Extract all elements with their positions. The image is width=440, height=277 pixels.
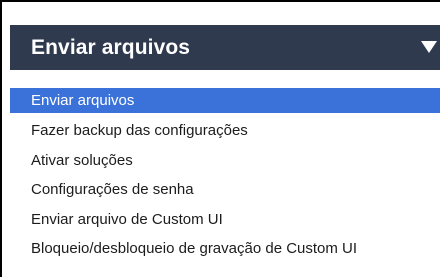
option-bloqueio-custom-ui[interactable]: Bloqueio/desbloqueio de gravação de Cust… xyxy=(10,234,440,264)
caret-down-icon[interactable] xyxy=(421,41,437,53)
option-ativar-solucoes[interactable]: Ativar soluções xyxy=(10,146,440,176)
option-fazer-backup[interactable]: Fazer backup das configurações xyxy=(10,116,440,146)
option-enviar-custom-ui[interactable]: Enviar arquivo de Custom UI xyxy=(10,205,440,235)
option-enviar-arquivos[interactable]: Enviar arquivos xyxy=(10,88,440,113)
dropdown-selected-value: Enviar arquivos xyxy=(31,35,191,59)
option-configuracoes-senha[interactable]: Configurações de senha xyxy=(10,175,440,205)
dropdown-select[interactable]: Enviar arquivos xyxy=(10,25,440,70)
screenshot-frame: Enviar arquivos Enviar arquivos Fazer ba… xyxy=(0,0,440,277)
dropdown-options-list: Enviar arquivos Fazer backup das configu… xyxy=(10,88,440,264)
